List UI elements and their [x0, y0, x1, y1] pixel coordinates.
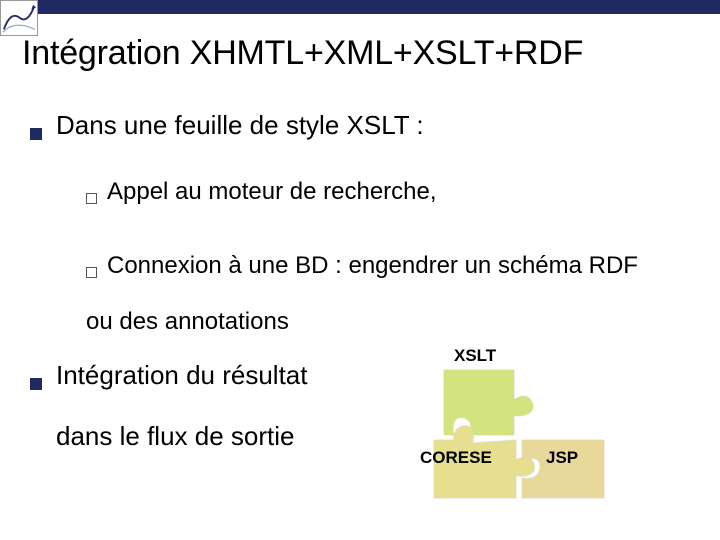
puzzle-piece-xslt — [444, 370, 533, 435]
slide-title: Intégration XHMTL+XML+XSLT+RDF — [22, 34, 583, 73]
hollow-square-icon — [86, 267, 97, 278]
sub-bullets: Appel au moteur de recherche, Connexion … — [86, 169, 690, 288]
puzzle-svg — [404, 340, 704, 520]
bullet-text: Intégration du résultat — [56, 360, 308, 391]
body-content: Dans une feuille de style XSLT : Appel a… — [30, 110, 690, 336]
sub2-tail: ou des annotations — [86, 308, 690, 336]
logo-badge — [0, 0, 38, 36]
sub-bullet-text: Connexion à une BD : engendrer un schéma… — [107, 243, 638, 289]
logo-icon — [1, 1, 37, 35]
sub-bullet-text: Appel au moteur de recherche, — [107, 169, 437, 215]
bullet-text: Dans une feuille de style XSLT : — [56, 110, 424, 141]
label-jsp: JSP — [546, 448, 578, 468]
sub2-rest: à une BD : engendrer un schéma RDF — [222, 252, 638, 279]
bullet-level2: Connexion à une BD : engendrer un schéma… — [86, 243, 690, 289]
square-bullet-icon — [30, 378, 42, 390]
puzzle-diagram: XSLT CORESE JSP — [404, 340, 704, 520]
square-bullet-icon — [30, 128, 42, 140]
top-accent-bar — [0, 0, 720, 14]
hollow-square-icon — [86, 193, 97, 204]
slide: Intégration XHMTL+XML+XSLT+RDF Dans une … — [0, 0, 720, 540]
label-corese: CORESE — [420, 448, 492, 468]
bullet-level1: Dans une feuille de style XSLT : — [30, 110, 690, 141]
sub1-prefix: Appel — [107, 178, 168, 205]
sub2-prefix: Connexion — [107, 252, 222, 279]
bullet-level2: Appel au moteur de recherche, — [86, 169, 690, 215]
label-xslt: XSLT — [454, 346, 496, 366]
sub1-rest: au moteur de recherche, — [168, 178, 436, 205]
